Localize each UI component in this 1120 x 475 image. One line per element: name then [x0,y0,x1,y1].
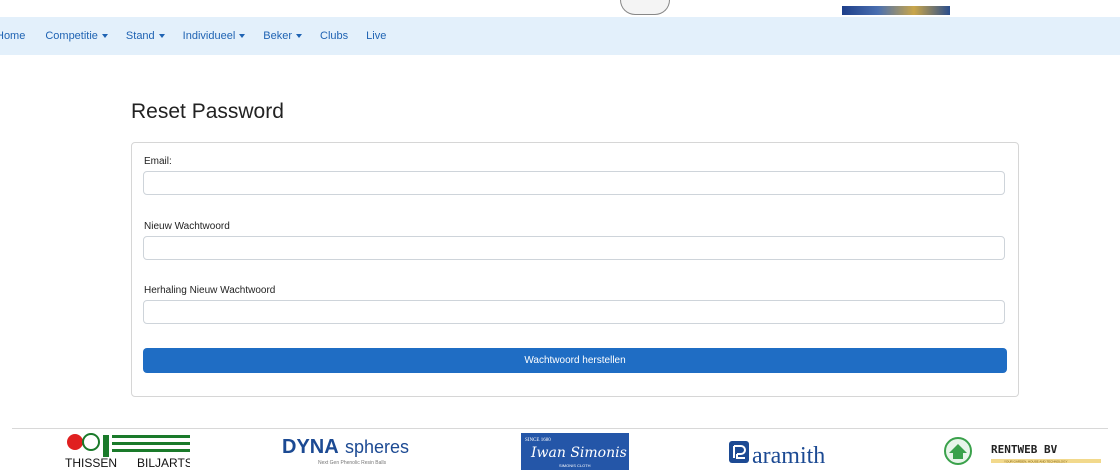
caret-down-icon [101,34,108,39]
caret-down-icon [158,34,165,39]
federation-seal-logo [620,0,670,15]
dyna-text: DYNA [282,436,339,458]
nav-competitie-label: Competitie [45,30,98,42]
sponsor-simonis-logo[interactable]: SINCE 1680 Iwan Simonis SIMONIS CLOTH [521,433,629,470]
nav-home-label: Home [0,30,26,42]
simonis-since: SINCE 1680 [525,438,551,443]
nav-live-label: Live [366,30,387,42]
sponsor-rentweb-logo[interactable]: RENTWEB BV YOUR GARDEN, HOUSE AND TECHNO… [944,433,1104,468]
reset-password-form: Email: Nieuw Wachtwoord Herhaling Nieuw … [131,142,1019,397]
rentweb-text: RENTWEB BV [991,443,1058,456]
caret-down-icon [239,34,246,39]
page-title: Reset Password [131,100,284,123]
header-photo [842,6,950,15]
email-field[interactable] [143,171,1005,195]
nav-beker[interactable]: Beker [263,30,303,42]
nav-stand[interactable]: Stand [126,30,165,42]
repeat-password-label: Herhaling Nieuw Wachtwoord [144,285,276,296]
new-password-field[interactable] [143,236,1005,260]
simonis-logo: SINCE 1680 Iwan Simonis SIMONIS CLOTH [521,433,629,470]
header-images [0,0,1120,17]
spheres-text: spheres [345,437,409,457]
nav-stand-label: Stand [125,30,155,42]
nav-competitie[interactable]: Competitie [45,30,108,42]
nav-home[interactable]: Home [0,30,25,42]
email-label: Email: [144,156,172,167]
sponsor-aramith-logo[interactable]: aramith [727,433,875,469]
caret-down-icon [296,34,303,39]
dyna-tagline: Next Gen Phenolic Resin Balls [318,460,387,466]
footer-divider [12,428,1108,429]
aramith-text: aramith [752,443,825,468]
nav-beker-label: Beker [263,30,293,42]
nav-individueel[interactable]: Individueel [183,30,246,42]
reset-password-button[interactable]: Wachtwoord herstellen [143,348,1007,373]
rentweb-logo: RENTWEB BV YOUR GARDEN, HOUSE AND TECHNO… [944,437,1101,465]
dynaspheres-logo: DYNA spheres Next Gen Phenolic Resin Bal… [282,436,409,466]
aramith-logo: aramith [729,441,825,469]
simonis-cloth: SIMONIS CLOTH [559,463,591,468]
main-navbar: Home Competitie Stand Individueel Beker … [0,17,1120,55]
sponsor-dynaspheres-logo[interactable]: DYNA spheres Next Gen Phenolic Resin Bal… [282,433,430,468]
sponsor-thissen-logo[interactable]: THISSEN BILJARTS [65,433,193,470]
thissen-text: THISSEN [65,456,117,468]
nav-individueel-label: Individueel [182,30,236,42]
nav-live[interactable]: Live [366,30,386,42]
biljarts-text: BILJARTS [137,456,190,468]
repeat-password-field[interactable] [143,300,1005,324]
new-password-label: Nieuw Wachtwoord [144,221,230,232]
simonis-script: Iwan Simonis [530,445,627,461]
nav-clubs-label: Clubs [320,30,349,42]
thissen-biljarts-logo: THISSEN BILJARTS [65,433,193,470]
rentweb-tagline: YOUR GARDEN, HOUSE AND TECHNOLOGY [1004,460,1067,464]
nav-clubs[interactable]: Clubs [320,30,348,42]
